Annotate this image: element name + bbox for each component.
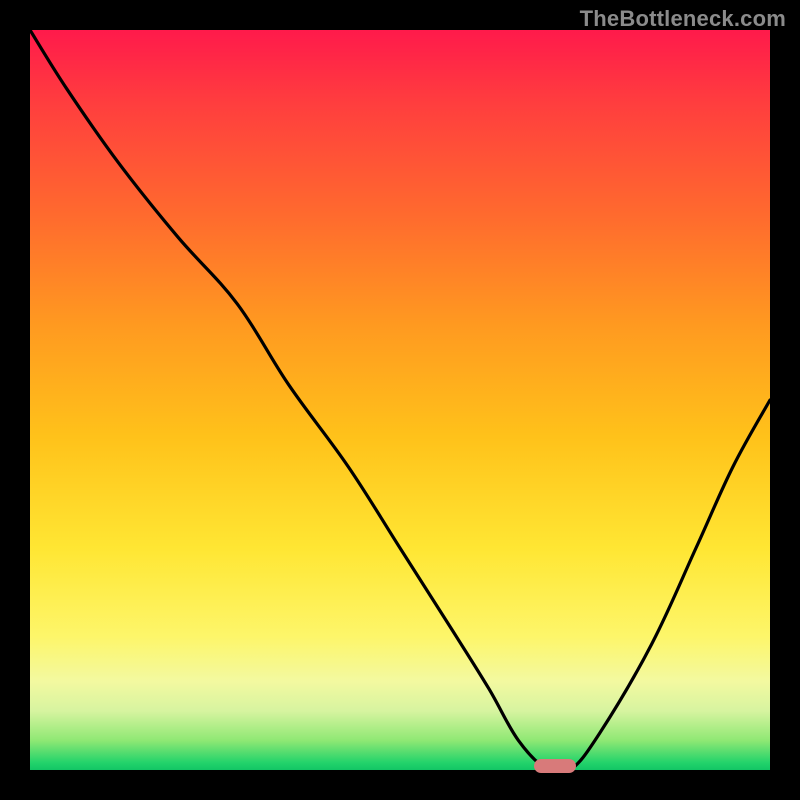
chart-frame: TheBottleneck.com — [0, 0, 800, 800]
bottleneck-curve — [30, 30, 770, 775]
plot-area — [30, 30, 770, 770]
optimal-marker — [534, 759, 576, 773]
curve-svg — [30, 30, 770, 770]
watermark-text: TheBottleneck.com — [580, 6, 786, 32]
